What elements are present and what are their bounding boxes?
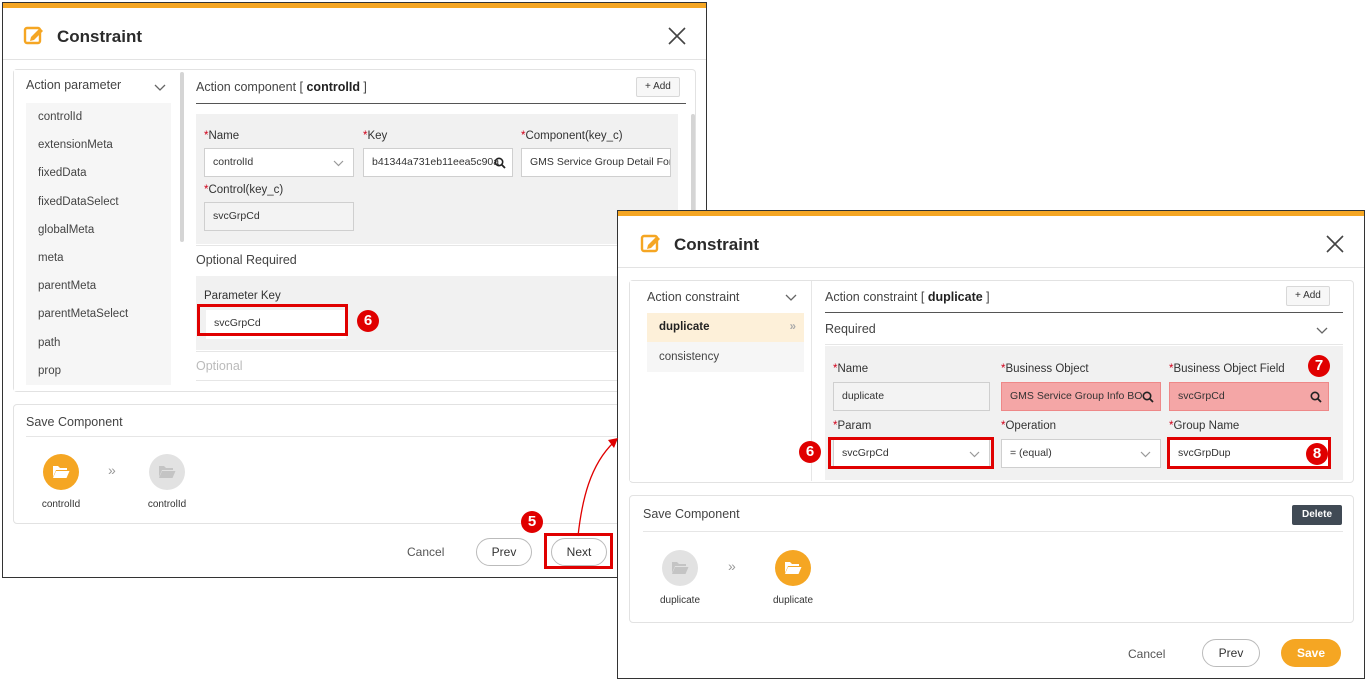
sidebar-item[interactable]: parentMetaSelect	[26, 300, 171, 328]
close-icon[interactable]	[1324, 233, 1346, 255]
step-label: controlId	[41, 499, 81, 510]
section-divider	[196, 103, 686, 104]
param-label: *Param	[833, 420, 872, 432]
business-object-label: *Business Object	[1001, 363, 1089, 375]
divider	[825, 344, 1343, 345]
prev-button[interactable]: Prev	[476, 538, 532, 566]
section-header: Action component [ controlId ]	[196, 80, 367, 94]
save-button[interactable]: Save	[1281, 639, 1341, 667]
parameter-sidebar: Action parameter controlId extensionMeta…	[14, 70, 179, 391]
search-icon[interactable]	[1142, 391, 1154, 403]
sidebar-scrollbar[interactable]	[180, 72, 184, 242]
callout-badge: 8	[1306, 443, 1328, 465]
step-node-active[interactable]	[43, 454, 79, 490]
required-title: Required	[825, 322, 876, 336]
delete-button[interactable]: Delete	[1292, 505, 1342, 525]
save-component-title: Save Component	[643, 507, 740, 521]
name-label: *Name	[204, 130, 240, 142]
folder-open-icon	[159, 466, 176, 478]
step-label: duplicate	[659, 595, 701, 606]
divider	[643, 531, 1343, 532]
key-input[interactable]: b41344a731eb11eea5c90a	[363, 148, 513, 177]
search-icon[interactable]	[1310, 391, 1322, 403]
connector-arrow	[577, 438, 618, 537]
section-header: Action constraint [ duplicate ]	[825, 290, 990, 304]
operation-select[interactable]: = (equal)	[1001, 439, 1161, 468]
optional-required-title: Optional Required	[196, 253, 297, 267]
business-object-input[interactable]: GMS Service Group Info BO	[1001, 382, 1161, 411]
folder-open-icon	[53, 466, 70, 478]
business-object-field-input[interactable]: svcGrpCd	[1169, 382, 1329, 411]
sidebar-item[interactable]: globalMeta	[26, 216, 171, 244]
dialog-header: Constraint	[3, 8, 706, 60]
save-component-panel: Save Component Delete duplicate » duplic…	[629, 495, 1354, 623]
section-divider	[825, 312, 1343, 313]
chevron-down-icon[interactable]	[154, 84, 166, 92]
control-label: *Control(key_c)	[204, 184, 284, 196]
step-label: duplicate	[772, 595, 814, 606]
cancel-button[interactable]: Cancel	[1128, 647, 1165, 661]
parameter-panel: Action parameter controlId extensionMeta…	[13, 69, 696, 392]
save-component-title: Save Component	[26, 415, 123, 429]
highlight-next-button	[544, 533, 613, 569]
key-label: *Key	[363, 130, 388, 142]
component-input[interactable]: GMS Service Group Detail Form	[521, 148, 671, 177]
double-chevron-icon: »	[789, 321, 796, 333]
sidebar-item[interactable]: fixedDataSelect	[26, 188, 171, 216]
sidebar-item-duplicate[interactable]: duplicate»	[647, 313, 804, 342]
sidebar-item[interactable]: fixedData	[26, 159, 171, 187]
sidebar-item[interactable]: path	[26, 329, 171, 357]
close-icon[interactable]	[666, 25, 688, 47]
chevron-down-icon[interactable]	[785, 294, 797, 302]
search-icon[interactable]	[494, 157, 506, 169]
highlight-parameter-key	[197, 304, 348, 336]
sidebar-item[interactable]: parentMeta	[26, 272, 171, 300]
chevron-down-icon	[333, 160, 344, 167]
double-chevron-icon: »	[108, 462, 116, 478]
sidebar-item-consistency[interactable]: consistency	[647, 342, 804, 372]
highlight-param-select	[828, 437, 994, 469]
step-node[interactable]	[662, 550, 698, 586]
chevron-down-icon	[1140, 451, 1151, 458]
group-name-label: *Group Name	[1169, 420, 1240, 432]
add-button[interactable]: + Add	[1286, 286, 1330, 306]
sidebar-item[interactable]: extensionMeta	[26, 131, 171, 159]
edit-icon	[640, 234, 660, 253]
sidebar-list: controlId extensionMeta fixedData fixedD…	[26, 103, 171, 385]
dialog-title: Constraint	[57, 27, 142, 46]
sidebar-list: duplicate» consistency	[647, 313, 804, 372]
operation-label: *Operation	[1001, 420, 1056, 432]
step-node[interactable]	[149, 454, 185, 490]
step-node-active[interactable]	[775, 550, 811, 586]
folder-open-icon	[672, 562, 689, 574]
folder-open-icon	[785, 562, 802, 574]
edit-icon	[23, 26, 43, 45]
callout-badge: 6	[799, 441, 821, 463]
sidebar-title: Action constraint	[647, 290, 740, 304]
callout-badge: 5	[521, 511, 543, 533]
sidebar-item[interactable]: prop	[26, 357, 171, 385]
constraint-sidebar: Action constraint duplicate» consistency	[630, 281, 812, 481]
callout-badge: 7	[1308, 355, 1330, 377]
component-label: *Component(key_c)	[521, 130, 623, 142]
sidebar-title: Action parameter	[26, 78, 122, 92]
business-object-field-label: *Business Object Field	[1169, 363, 1285, 375]
dialog-title: Constraint	[674, 235, 759, 254]
chevron-down-icon[interactable]	[1316, 327, 1328, 335]
name-input[interactable]: duplicate	[833, 382, 990, 411]
step-label: controlId	[147, 499, 187, 510]
control-input[interactable]: svcGrpCd	[204, 202, 354, 231]
double-chevron-icon: »	[728, 558, 736, 574]
cancel-button[interactable]: Cancel	[407, 545, 444, 559]
parameter-key-label: Parameter Key	[204, 290, 281, 302]
dialog-header: Constraint	[618, 216, 1364, 268]
sidebar-item[interactable]: controlId	[26, 103, 171, 131]
add-button[interactable]: + Add	[636, 77, 680, 97]
prev-button[interactable]: Prev	[1202, 639, 1260, 667]
callout-badge: 6	[357, 310, 379, 332]
sidebar-item[interactable]: meta	[26, 244, 171, 272]
name-label: *Name	[833, 363, 869, 375]
name-select[interactable]: controlId	[204, 148, 354, 177]
optional-title: Optional	[196, 359, 243, 373]
